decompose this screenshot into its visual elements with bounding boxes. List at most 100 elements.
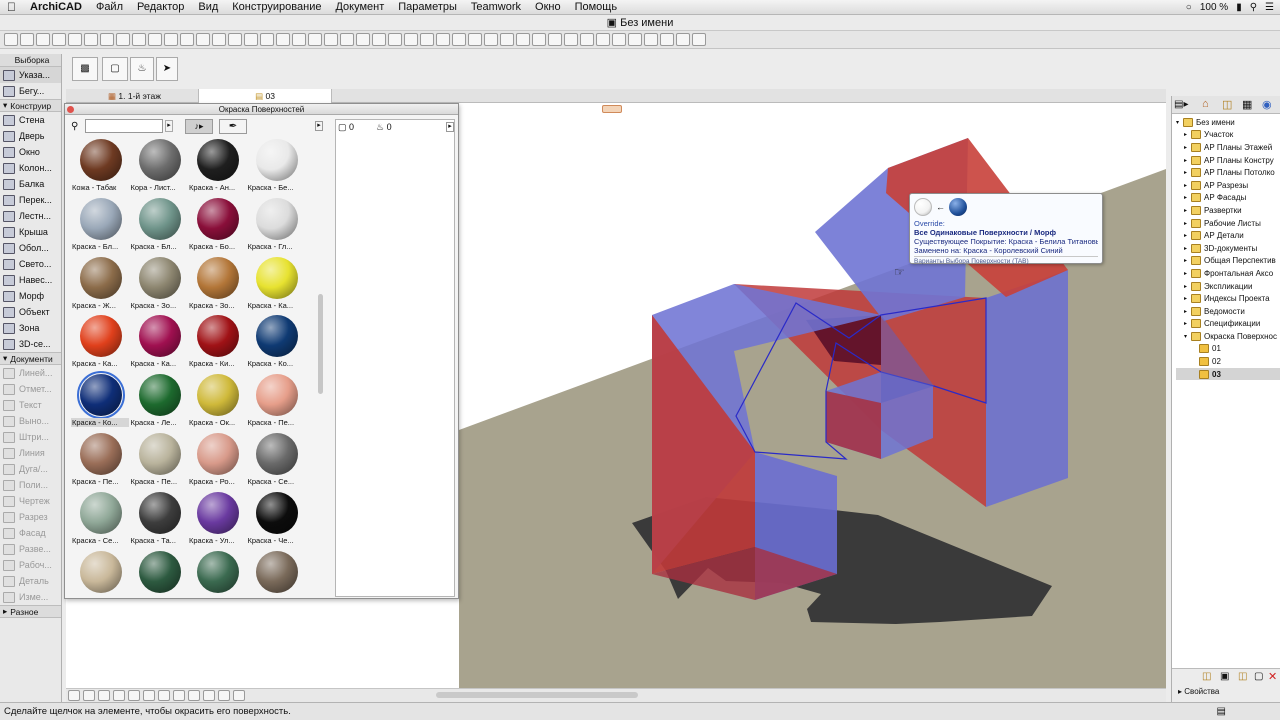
chevron-right-icon[interactable]: ▾ bbox=[1176, 119, 1183, 126]
toolbar-button[interactable] bbox=[372, 33, 386, 46]
toolbar-button[interactable] bbox=[132, 33, 146, 46]
toolbar-button[interactable] bbox=[420, 33, 434, 46]
toolbar-button[interactable] bbox=[356, 33, 370, 46]
layout-icon[interactable]: ▦ bbox=[1242, 98, 1252, 111]
arrow-pointer-icon[interactable]: ➤ bbox=[156, 57, 178, 81]
toolbar-button[interactable] bbox=[484, 33, 498, 46]
navigator-item[interactable]: ▸ 3D-документы bbox=[1176, 242, 1280, 255]
surface-swatch[interactable]: Краска - Пе... bbox=[247, 372, 305, 430]
list-icon[interactable]: ☰ bbox=[1265, 2, 1274, 13]
zoom-button[interactable] bbox=[128, 690, 140, 701]
chevron-right-icon[interactable]: ▸ bbox=[1184, 131, 1191, 138]
surface-swatch[interactable]: Краска - Зо... bbox=[188, 255, 246, 313]
tool-item[interactable]: Балка bbox=[0, 176, 61, 192]
tool-item[interactable]: Крыша bbox=[0, 224, 61, 240]
surface-swatch[interactable]: Краска - Ки... bbox=[188, 313, 246, 371]
toolbar-button[interactable] bbox=[308, 33, 322, 46]
tool-item[interactable]: Перек... bbox=[0, 192, 61, 208]
navigator-item[interactable]: ▸ АР Планы Констру bbox=[1176, 154, 1280, 167]
menu-app[interactable]: ArchiCAD bbox=[23, 0, 89, 15]
surface-swatch[interactable]: Краска - Се... bbox=[71, 490, 129, 548]
toolbar-button[interactable] bbox=[404, 33, 418, 46]
toolbox-header[interactable]: Выборка bbox=[0, 54, 61, 67]
search-icon[interactable]: ⚲ bbox=[1250, 2, 1257, 13]
publisher-icon[interactable]: ◉ bbox=[1262, 98, 1272, 111]
toolbar-button[interactable] bbox=[628, 33, 642, 46]
toolbar-button[interactable] bbox=[468, 33, 482, 46]
toolbar-button[interactable] bbox=[228, 33, 242, 46]
menu-item[interactable]: Конструирование bbox=[225, 0, 328, 15]
tool-item[interactable]: Рабоч... bbox=[0, 557, 61, 573]
surface-swatch[interactable]: Краска - Бе... bbox=[247, 137, 305, 195]
navigator-item[interactable]: ▸ Рабочие Листы bbox=[1176, 217, 1280, 230]
tool-item[interactable]: Зона bbox=[0, 320, 61, 336]
new-view-icon[interactable]: ▣ bbox=[1220, 671, 1229, 682]
menu-item[interactable]: Файл bbox=[89, 0, 130, 15]
menu-item[interactable]: Редактор bbox=[130, 0, 191, 15]
navigator-item[interactable]: ▸ Индексы Проекта bbox=[1176, 292, 1280, 305]
home-icon[interactable]: ⌂ bbox=[1202, 98, 1209, 110]
surface-swatch[interactable] bbox=[71, 549, 129, 595]
chevron-right-icon[interactable]: ▸ bbox=[1184, 207, 1191, 214]
surface-swatch[interactable]: Краска - Бл... bbox=[130, 196, 188, 254]
toolbar-button[interactable] bbox=[596, 33, 610, 46]
picks-menu-icon[interactable]: ▸ bbox=[446, 122, 454, 132]
close-icon[interactable] bbox=[67, 106, 74, 113]
toolbar-button[interactable] bbox=[388, 33, 402, 46]
navigator-item[interactable]: 02 bbox=[1176, 355, 1280, 368]
toolbar-button[interactable] bbox=[580, 33, 594, 46]
swatch-scrollbar[interactable] bbox=[318, 294, 323, 394]
chevron-right-icon[interactable]: ▸ bbox=[1184, 308, 1191, 315]
surface-swatch[interactable]: Краска - Ка... bbox=[247, 255, 305, 313]
toolbar-button[interactable] bbox=[644, 33, 658, 46]
tool-item[interactable]: Поли... bbox=[0, 477, 61, 493]
chevron-right-icon[interactable]: ▸ bbox=[1184, 295, 1191, 302]
tool-item[interactable]: Линей... bbox=[0, 365, 61, 381]
tool-item[interactable]: Свето... bbox=[0, 256, 61, 272]
tool-item[interactable]: Разве... bbox=[0, 541, 61, 557]
navigator-item[interactable]: ▸ АР Разрезы bbox=[1176, 179, 1280, 192]
surface-swatch[interactable]: Краска - Ул... bbox=[188, 490, 246, 548]
toolbar-button[interactable] bbox=[148, 33, 162, 46]
tool-item[interactable]: Чертеж bbox=[0, 493, 61, 509]
surface-swatch[interactable]: Краска - Ле... bbox=[130, 372, 188, 430]
tool-item[interactable]: Деталь bbox=[0, 573, 61, 589]
toolbar-button[interactable] bbox=[276, 33, 290, 46]
navigator-item[interactable]: ▸ АР Планы Этажей bbox=[1176, 141, 1280, 154]
zoom-button[interactable] bbox=[158, 690, 170, 701]
toolbar-button[interactable] bbox=[548, 33, 562, 46]
menu-item[interactable]: Teamwork bbox=[464, 0, 528, 15]
navigator-item[interactable]: ▸ Участок bbox=[1176, 129, 1280, 142]
tool-item[interactable]: Дуга/... bbox=[0, 461, 61, 477]
view-handle-top[interactable] bbox=[602, 105, 622, 113]
toolbar-button[interactable] bbox=[676, 33, 690, 46]
navigator-item[interactable]: ▸ АР Планы Потолко bbox=[1176, 166, 1280, 179]
tool-item[interactable]: Стена bbox=[0, 112, 61, 128]
toolbar-button[interactable] bbox=[564, 33, 578, 46]
zoom-button[interactable] bbox=[113, 690, 125, 701]
zoom-button[interactable] bbox=[188, 690, 200, 701]
surface-swatch[interactable]: Краска - Се... bbox=[247, 431, 305, 489]
toolbar-button[interactable] bbox=[260, 33, 274, 46]
clone-folder-icon[interactable]: ◫ bbox=[1238, 671, 1247, 682]
zoom-button[interactable] bbox=[98, 690, 110, 701]
chevron-right-icon[interactable]: ▸ bbox=[1184, 257, 1191, 264]
surface-swatch[interactable]: Краска - Та... bbox=[130, 490, 188, 548]
navigator-item[interactable]: ▸ Фронтальная Аксо bbox=[1176, 267, 1280, 280]
surface-swatch[interactable]: Краска - Ро... bbox=[188, 431, 246, 489]
toolbar-button[interactable] bbox=[452, 33, 466, 46]
surface-search-input[interactable] bbox=[85, 119, 163, 133]
toolbar-button[interactable] bbox=[68, 33, 82, 46]
zoom-button[interactable] bbox=[143, 690, 155, 701]
zoom-button[interactable] bbox=[203, 690, 215, 701]
toolbar-button[interactable] bbox=[84, 33, 98, 46]
chevron-right-icon[interactable]: ▾ bbox=[1184, 333, 1191, 340]
navigator-item[interactable]: 01 bbox=[1176, 343, 1280, 356]
tool-item[interactable]: Отмет... bbox=[0, 381, 61, 397]
surface-swatch[interactable] bbox=[247, 549, 305, 595]
menu-item[interactable]: Окно bbox=[528, 0, 568, 15]
toolbox-section-header[interactable]: ▸ Разное bbox=[0, 605, 61, 618]
pick-surface-icon[interactable]: ✒ bbox=[219, 119, 247, 134]
wifi-icon[interactable]: ○ bbox=[1186, 2, 1192, 13]
chevron-right-icon[interactable]: ▸ bbox=[1184, 245, 1191, 252]
